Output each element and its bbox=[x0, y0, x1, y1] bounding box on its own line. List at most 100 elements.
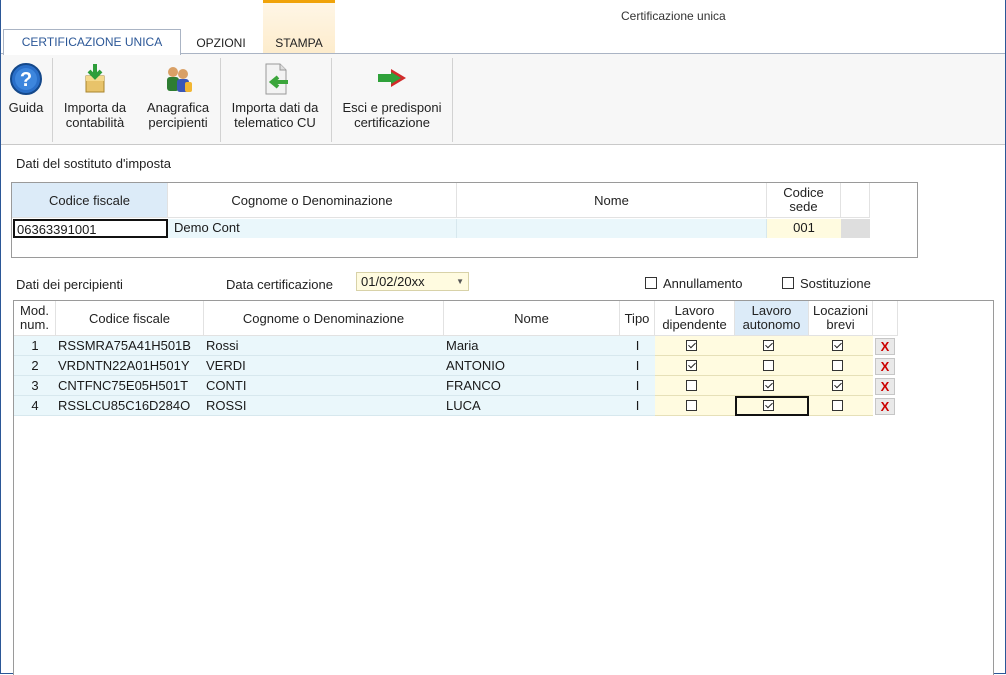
row-delete-button[interactable]: X bbox=[875, 378, 895, 395]
svg-text:?: ? bbox=[20, 69, 32, 91]
data-certificazione-picker[interactable]: 01/02/20xx ▼ bbox=[356, 272, 469, 291]
row-tipo[interactable]: I bbox=[620, 397, 655, 415]
row-tipo[interactable]: I bbox=[620, 337, 655, 355]
tab-stampa[interactable]: STAMPA bbox=[263, 33, 335, 53]
guida-button[interactable]: ? Guida bbox=[5, 59, 47, 137]
importa-telematico-line2: telematico CU bbox=[234, 115, 316, 130]
row-codice-fiscale[interactable]: VRDNTN22A01H501Y bbox=[58, 357, 204, 375]
row-loc-checkbox[interactable] bbox=[832, 340, 843, 351]
row-cognome[interactable]: CONTI bbox=[206, 377, 444, 395]
header-loc-line1: Locazioni bbox=[813, 303, 868, 318]
guida-label: Guida bbox=[8, 100, 44, 115]
import-icon bbox=[85, 64, 105, 93]
row-codice-fiscale[interactable]: CNTFNC75E05H501T bbox=[58, 377, 204, 395]
percipienti-section-label: Dati dei percipienti bbox=[16, 277, 123, 292]
row-tipo[interactable]: I bbox=[620, 357, 655, 375]
importa-telematico-button[interactable]: Importa dati da telematico CU bbox=[223, 59, 327, 137]
header-mod-num: Mod. num. bbox=[14, 301, 56, 336]
ribbon-separator bbox=[331, 58, 332, 142]
anagrafica-percipienti-button[interactable]: Anagrafica percipienti bbox=[140, 59, 216, 137]
annullamento-checkbox[interactable] bbox=[645, 277, 657, 289]
ribbon-separator bbox=[220, 58, 221, 142]
help-icon: ? bbox=[10, 63, 42, 95]
header-delete bbox=[873, 301, 898, 336]
header-cognome: Cognome o Denominazione bbox=[204, 301, 444, 336]
sostituto-codice-fiscale-input[interactable]: 06363391001 bbox=[13, 219, 168, 238]
data-certificazione-value: 01/02/20xx bbox=[361, 274, 425, 289]
row-codice-fiscale[interactable]: RSSMRA75A41H501B bbox=[58, 337, 204, 355]
row-delete-button[interactable]: X bbox=[875, 358, 895, 375]
tab-opzioni[interactable]: OPZIONI bbox=[185, 33, 257, 53]
sostituto-panel: Codice fiscale Cognome o Denominazione N… bbox=[11, 182, 918, 258]
row-tipo[interactable]: I bbox=[620, 377, 655, 395]
esci-line1: Esci e predisponi bbox=[342, 100, 442, 115]
header-dip-line1: Lavoro bbox=[674, 303, 715, 318]
row-aut-checkbox[interactable] bbox=[763, 400, 774, 411]
tab-certificazione-unica[interactable]: CERTIFICAZIONE UNICA bbox=[3, 29, 181, 55]
row-cognome[interactable]: ROSSI bbox=[206, 397, 444, 415]
title-bar: Certificazione unica bbox=[1, 0, 1005, 30]
row-codice-fiscale[interactable]: RSSLCU85C16D284O bbox=[58, 397, 204, 415]
row-dip-checkbox[interactable] bbox=[686, 400, 697, 411]
row-aut-checkbox[interactable] bbox=[763, 360, 774, 371]
row-delete-button[interactable]: X bbox=[875, 338, 895, 355]
anagrafica-line2: percipienti bbox=[148, 115, 208, 130]
arrow-right-icon bbox=[378, 69, 406, 87]
row-dip-checkbox[interactable] bbox=[686, 380, 697, 391]
row-dip-checkbox[interactable] bbox=[686, 360, 697, 371]
importa-contabilita-line1: Importa da bbox=[63, 100, 127, 115]
row-nome[interactable]: FRANCO bbox=[446, 377, 620, 395]
header-cognome: Cognome o Denominazione bbox=[168, 183, 457, 218]
row-num: 2 bbox=[31, 358, 39, 373]
sostituzione-label: Sostituzione bbox=[800, 276, 871, 291]
header-codice-sede: Codice sede bbox=[767, 183, 841, 218]
people-icon bbox=[167, 67, 192, 92]
row-dip-checkbox[interactable] bbox=[686, 340, 697, 351]
header-mod-line2: num. bbox=[20, 317, 49, 332]
row-num: 1 bbox=[31, 338, 39, 353]
document-import-icon bbox=[265, 63, 288, 95]
importa-contabilita-line2: contabilità bbox=[65, 115, 125, 130]
chevron-down-icon[interactable]: ▼ bbox=[456, 277, 464, 286]
row-num: 3 bbox=[31, 378, 39, 393]
row-aut-checkbox[interactable] bbox=[763, 340, 774, 351]
ribbon-separator bbox=[52, 58, 53, 142]
header-empty bbox=[841, 183, 870, 218]
header-codice-fiscale: Codice fiscale bbox=[12, 183, 168, 218]
importa-telematico-line1: Importa dati da bbox=[231, 100, 319, 115]
ribbon-separator bbox=[452, 58, 453, 142]
data-certificazione-label: Data certificazione bbox=[226, 277, 333, 292]
header-loc-line2: brevi bbox=[826, 317, 855, 332]
sostituto-codice-sede-input[interactable]: 001 bbox=[767, 219, 841, 238]
header-mod-line1: Mod. bbox=[20, 303, 49, 318]
sostituto-cognome-input[interactable]: Demo Cont bbox=[168, 219, 457, 238]
header-codice-fiscale: Codice fiscale bbox=[56, 301, 204, 336]
window-title: Certificazione unica bbox=[621, 9, 726, 23]
row-loc-checkbox[interactable] bbox=[832, 380, 843, 391]
sostituzione-checkbox[interactable] bbox=[782, 277, 794, 289]
esci-line2: certificazione bbox=[354, 115, 430, 130]
header-codice-sede-line1: Codice bbox=[783, 185, 824, 200]
row-cognome[interactable]: VERDI bbox=[206, 357, 444, 375]
row-nome[interactable]: LUCA bbox=[446, 397, 620, 415]
row-nome[interactable]: ANTONIO bbox=[446, 357, 620, 375]
annullamento-label: Annullamento bbox=[663, 276, 743, 291]
sostituto-nome-input[interactable] bbox=[457, 219, 767, 238]
sostituto-extra-cell bbox=[841, 219, 870, 238]
header-lavoro-dipendente: Lavoro dipendente bbox=[655, 301, 735, 336]
anagrafica-line1: Anagrafica bbox=[146, 100, 210, 115]
row-loc-checkbox[interactable] bbox=[832, 360, 843, 371]
header-tipo: Tipo bbox=[620, 301, 655, 336]
row-loc-checkbox[interactable] bbox=[832, 400, 843, 411]
header-aut-line2: autonomo bbox=[742, 317, 801, 332]
row-delete-button[interactable]: X bbox=[875, 398, 895, 415]
esci-predisponi-button[interactable]: Esci e predisponi certificazione bbox=[335, 59, 449, 137]
row-nome[interactable]: Maria bbox=[446, 337, 620, 355]
row-num: 4 bbox=[31, 398, 39, 413]
row-aut-checkbox[interactable] bbox=[763, 380, 774, 391]
row-cognome[interactable]: Rossi bbox=[206, 337, 444, 355]
importa-contabilita-button[interactable]: Importa da contabilità bbox=[57, 59, 133, 137]
ribbon: ? Guida Importa da contabilità Anagrafic… bbox=[1, 53, 1005, 145]
header-nome: Nome bbox=[444, 301, 620, 336]
header-locazioni-brevi: Locazioni brevi bbox=[809, 301, 873, 336]
